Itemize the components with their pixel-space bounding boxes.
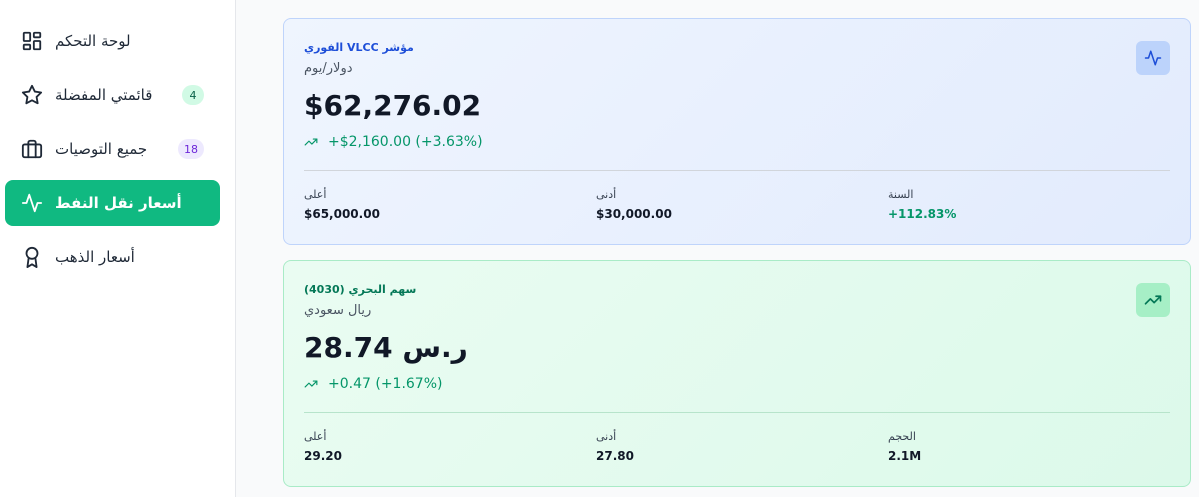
count-badge: 18 bbox=[178, 139, 204, 159]
activity-pulse-icon bbox=[20, 191, 44, 215]
activity-pulse-icon bbox=[1144, 50, 1162, 66]
stat-value: +112.83% bbox=[888, 207, 957, 221]
card-change: +0.47 (+1.67%) bbox=[304, 376, 442, 392]
stat-label: السنة bbox=[888, 188, 914, 201]
stat-value: 2.1M bbox=[888, 449, 922, 463]
sidebar-item-gold[interactable]: أسعار الذهب bbox=[5, 234, 220, 280]
vlcc-index-card: الفوري VLCC مؤشر دولار/يوم $62,276.02 +$… bbox=[283, 18, 1191, 245]
bahri-stock-card: سهم البحري (4030) ريال سعودي 28.74 ر.س +… bbox=[283, 260, 1191, 487]
card-price: $62,276.02 bbox=[304, 89, 482, 122]
count-badge: 4 bbox=[182, 85, 204, 105]
sidebar-item-recommendations[interactable]: جميع التوصيات 18 bbox=[5, 126, 220, 172]
stat-label: أعلى bbox=[304, 430, 327, 443]
stat-volume: الحجم 2.1M bbox=[888, 430, 921, 463]
stat-value: 27.80 bbox=[596, 449, 634, 463]
card-subtitle: ريال سعودي bbox=[304, 303, 372, 318]
card-icon-box bbox=[1136, 41, 1170, 75]
sidebar-item-label: جميع التوصيات bbox=[55, 140, 148, 158]
sidebar-item-label: لوحة التحكم bbox=[55, 32, 131, 50]
sidebar-item-dashboard[interactable]: لوحة التحكم bbox=[5, 18, 220, 64]
trending-up-icon bbox=[1144, 295, 1162, 305]
card-change-value: +$2,160.00 (+3.63%) bbox=[328, 134, 483, 150]
sidebar-item-favorites[interactable]: قائمتي المفضلة 4 bbox=[5, 72, 220, 118]
stat-label: أعلى bbox=[304, 188, 327, 201]
sidebar: لوحة التحكم قائمتي المفضلة 4 جميع التوصي… bbox=[0, 0, 236, 497]
stat-value: 29.20 bbox=[304, 449, 342, 463]
briefcase-icon bbox=[20, 137, 44, 161]
card-change: +$2,160.00 (+3.63%) bbox=[304, 134, 483, 150]
stat-label: الحجم bbox=[888, 430, 916, 443]
trending-up-icon bbox=[304, 380, 318, 388]
card-subtitle: دولار/يوم bbox=[304, 61, 353, 76]
trending-up-icon bbox=[304, 138, 318, 146]
dashboard-grid-icon bbox=[20, 29, 44, 53]
award-medal-icon bbox=[20, 245, 44, 269]
stat-value: $65,000.00 bbox=[304, 207, 380, 221]
stat-value: $30,000.00 bbox=[596, 207, 672, 221]
card-divider bbox=[304, 170, 1170, 171]
stat-label: أدنى bbox=[596, 430, 617, 443]
stat-low: أدنى $30,000.00 bbox=[596, 188, 672, 221]
stat-high: أعلى 29.20 bbox=[304, 430, 342, 463]
stat-low: أدنى 27.80 bbox=[596, 430, 634, 463]
sidebar-item-label: أسعار نقل النفط bbox=[55, 194, 182, 212]
card-icon-box bbox=[1136, 283, 1170, 317]
card-change-value: +0.47 (+1.67%) bbox=[328, 376, 443, 392]
sidebar-item-oil-transport[interactable]: أسعار نقل النفط bbox=[5, 180, 220, 226]
app-root: الفوري VLCC مؤشر دولار/يوم $62,276.02 +$… bbox=[0, 0, 1199, 497]
card-divider bbox=[304, 412, 1170, 413]
card-title: الفوري VLCC مؤشر bbox=[304, 41, 414, 54]
card-price: 28.74 ر.س bbox=[304, 331, 468, 364]
sidebar-item-label: قائمتي المفضلة bbox=[55, 86, 153, 104]
sidebar-item-label: أسعار الذهب bbox=[55, 248, 135, 266]
stat-year: السنة +112.83% bbox=[888, 188, 956, 221]
card-title: سهم البحري (4030) bbox=[304, 283, 417, 296]
star-icon bbox=[20, 83, 44, 107]
stat-high: أعلى $65,000.00 bbox=[304, 188, 380, 221]
stat-label: أدنى bbox=[596, 188, 617, 201]
